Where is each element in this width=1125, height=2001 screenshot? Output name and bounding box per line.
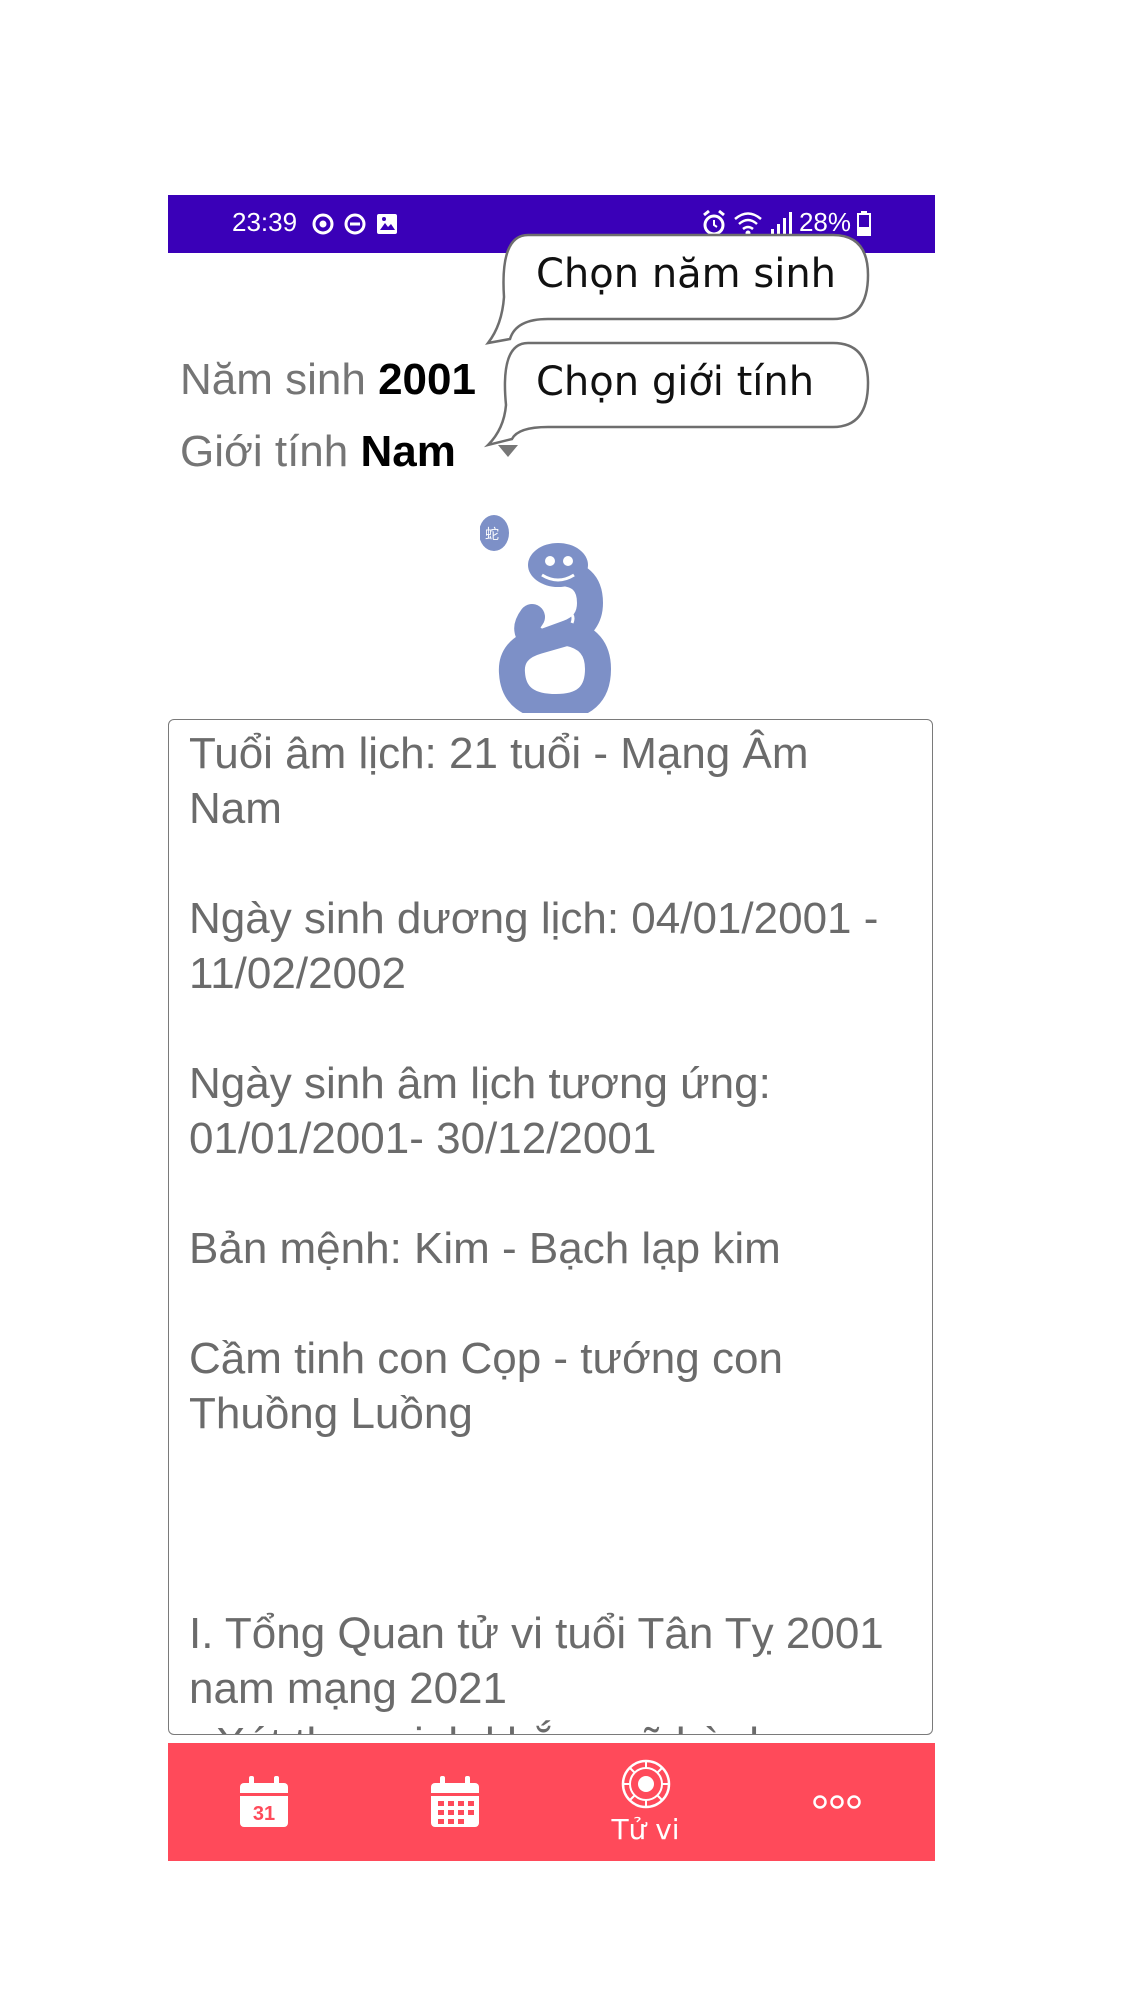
content-line: Tuổi âm lịch: 21 tuổi - Mạng Âm Nam (189, 729, 809, 833)
nav-horoscope-label: Tử vi (611, 1812, 680, 1846)
content-line: Ngày sinh dương lịch: 04/01/2001 - 11/02… (189, 894, 879, 998)
birth-year-selector[interactable]: Năm sinh 2001 (180, 355, 476, 405)
content-line: Ngày sinh âm lịch tương ứng: 01/01/2001-… (189, 1059, 771, 1163)
birth-year-label: Năm sinh (180, 355, 366, 404)
wifi-icon (733, 209, 763, 237)
tooltip-choose-gender: Chọn giới tính (483, 341, 900, 453)
alarm-icon (701, 209, 727, 237)
shield-check-icon (311, 209, 335, 237)
nav-day-calendar[interactable]: 31 (168, 1743, 359, 1861)
zodiac-image: 蛇 (479, 513, 622, 721)
nav-more[interactable] (741, 1743, 932, 1861)
svg-text:蛇: 蛇 (485, 527, 499, 543)
calendar-day-icon: 31 (239, 1776, 288, 1827)
more-icon (812, 1795, 861, 1809)
gender-selector[interactable]: Giới tính Nam (180, 427, 456, 477)
app-screen: 23:39 28% Năm sinh 2001 Giới tính Nam Ch… (168, 195, 935, 1861)
tooltip-choose-gender-text: Chọn giới tính (536, 359, 815, 405)
birth-year-value[interactable]: 2001 (378, 355, 476, 404)
calendar-badge: 31 (252, 1803, 274, 1825)
content-line: Bản mệnh: Kim - Bạch lạp kim (189, 1224, 781, 1273)
nav-horoscope[interactable]: Tử vi (550, 1743, 741, 1861)
tooltip-choose-year-text: Chọn năm sinh (536, 251, 837, 297)
bottom-navigation: 31 Tử vi (168, 1743, 935, 1861)
signal-icon (769, 209, 793, 237)
battery-percent: 28% (798, 207, 851, 237)
horoscope-content[interactable]: Tuổi âm lịch: 21 tuổi - Mạng Âm Nam Ngày… (168, 719, 933, 1735)
nav-month-calendar[interactable] (359, 1743, 550, 1861)
content-line: - Xét theo sinh khắc ngũ hành: (189, 1716, 912, 1734)
dnd-icon (343, 209, 367, 237)
gender-label: Giới tính (180, 427, 349, 476)
tooltip-choose-year: Chọn năm sinh (485, 233, 900, 345)
snake-icon: 蛇 (479, 515, 612, 721)
gender-value[interactable]: Nam (360, 427, 455, 476)
content-line: I. Tổng Quan tử vi tuổi Tân Tỵ 2001 nam … (189, 1609, 884, 1713)
horoscope-wheel-icon (621, 1759, 670, 1808)
status-time: 23:39 (232, 207, 298, 237)
calendar-month-icon (430, 1776, 479, 1827)
gallery-icon (375, 209, 399, 237)
content-line: Cầm tinh con Cọp - tướng con Thuồng Luồn… (189, 1334, 783, 1438)
battery-icon (857, 209, 871, 237)
